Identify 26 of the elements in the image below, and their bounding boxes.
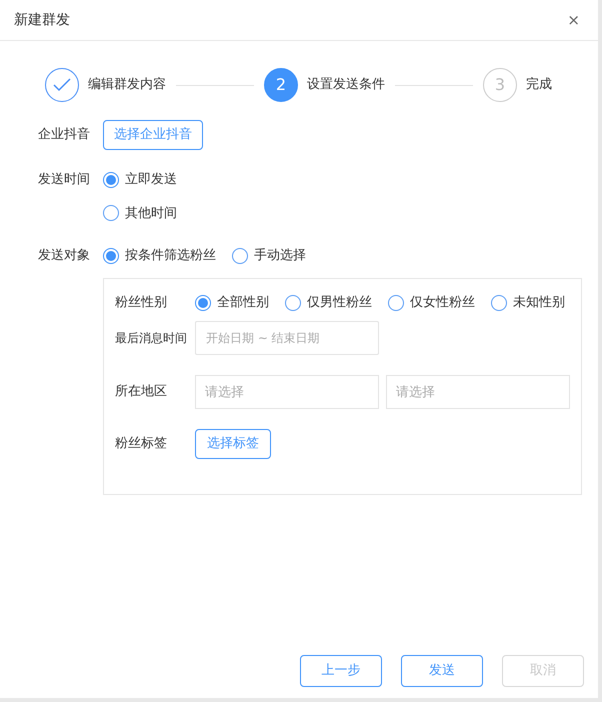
radio-option[interactable]: 仅女性粉丝 <box>388 293 475 313</box>
check-icon <box>53 78 71 92</box>
step-indicator: 3 <box>483 68 517 102</box>
radio-option[interactable]: 仅男性粉丝 <box>285 293 372 313</box>
date-range-field[interactable]: 开始日期 ~ 结束日期 <box>195 321 379 355</box>
field-label: 发送对象 <box>38 247 91 265</box>
field-label: 所在地区 <box>115 383 168 402</box>
field-label: 粉丝性别 <box>115 294 168 312</box>
region-select[interactable]: 请选择 <box>195 375 379 409</box>
radio-option[interactable]: 手动选择 <box>232 246 306 266</box>
step-label: 编辑群发内容 <box>88 76 166 94</box>
step-indicator: 2 <box>264 68 298 102</box>
field-label: 粉丝标签 <box>115 435 168 454</box>
close-button[interactable]: × <box>567 8 584 32</box>
dialog-title: 新建群发 <box>14 10 70 30</box>
radio-option[interactable]: 全部性别 <box>195 293 269 313</box>
radio-option[interactable]: 按条件筛选粉丝 <box>103 246 216 266</box>
field-label: 发送时间 <box>38 171 91 189</box>
radio-option[interactable]: 未知性别 <box>491 293 565 313</box>
region-select[interactable]: 请选择 <box>386 375 570 409</box>
radio-option[interactable]: 立即发送 <box>103 170 177 190</box>
radio-option[interactable]: 其他时间 <box>103 204 177 223</box>
field-label: 最后消息时间 <box>115 330 188 347</box>
step-label: 完成 <box>526 76 552 94</box>
field-label: 企业抖音 <box>38 126 91 144</box>
step-label: 设置发送条件 <box>307 76 385 94</box>
